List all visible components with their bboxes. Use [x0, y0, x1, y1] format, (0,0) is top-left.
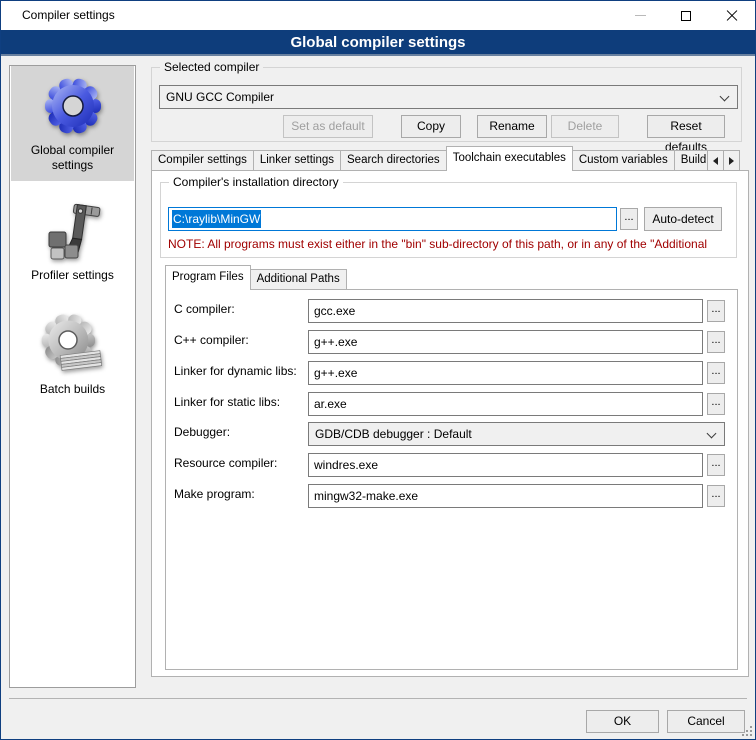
field-label: Make program: [174, 487, 255, 501]
caliper-icon [41, 199, 105, 263]
field-row-linker-dynamic: Linker for dynamic libs: ... [166, 361, 737, 385]
selected-compiler-group: Selected compiler GNU GCC Compiler Set a… [151, 67, 742, 142]
field-label: Linker for static libs: [174, 395, 280, 409]
tab-search-directories[interactable]: Search directories [340, 150, 447, 171]
field-label: C++ compiler: [174, 333, 249, 347]
programs-subtabbar: Program Files Additional Paths [165, 265, 346, 290]
note-text: NOTE: All programs must exist either in … [168, 237, 731, 251]
cancel-button[interactable]: Cancel [667, 710, 745, 733]
blue-gear-icon [41, 74, 105, 138]
settings-tabbar: Compiler settings Linker settings Search… [151, 146, 739, 171]
ok-button[interactable]: OK [586, 710, 659, 733]
sidebar-item-label: Global compiler settings [11, 143, 134, 173]
compiler-settings-dialog: Compiler settings Global compiler settin… [0, 0, 756, 740]
installation-directory-selected-text: C:\raylib\MinGW [172, 210, 261, 228]
sidebar-item-batch-builds[interactable]: Batch builds [11, 305, 134, 397]
group-legend: Selected compiler [160, 60, 263, 74]
linker-static-input[interactable] [308, 392, 703, 416]
rename-button[interactable]: Rename [477, 115, 547, 138]
browse-resource-compiler-button[interactable]: ... [707, 454, 725, 476]
tab-scroll-left-button[interactable] [707, 150, 724, 171]
sidebar-item-label: Profiler settings [11, 268, 134, 283]
installation-directory-input[interactable]: C:\raylib\MinGW [168, 207, 617, 231]
chevron-down-icon [720, 92, 730, 102]
installation-directory-group: Compiler's installation directory C:\ray… [160, 182, 737, 258]
page-title: Global compiler settings [1, 30, 755, 56]
browse-linker-static-button[interactable]: ... [707, 393, 725, 415]
field-label: Resource compiler: [174, 456, 277, 470]
browse-make-program-button[interactable]: ... [707, 485, 725, 507]
tab-compiler-settings[interactable]: Compiler settings [151, 150, 254, 171]
close-button[interactable] [709, 1, 755, 30]
close-icon [726, 10, 738, 22]
sidebar-item-global-compiler-settings[interactable]: Global compiler settings [11, 66, 134, 181]
tab-toolchain-executables[interactable]: Toolchain executables [446, 146, 573, 171]
field-row-linker-static: Linker for static libs: ... [166, 392, 737, 416]
resize-grip-icon[interactable] [742, 726, 752, 736]
auto-detect-button[interactable]: Auto-detect [644, 207, 722, 231]
subtab-program-files[interactable]: Program Files [165, 265, 251, 290]
set-as-default-button[interactable]: Set as default [283, 115, 373, 138]
compiler-select-value: GNU GCC Compiler [166, 90, 274, 104]
titlebar: Compiler settings [1, 1, 755, 30]
browse-directory-button[interactable]: ... [620, 208, 638, 230]
toolchain-executables-page: Compiler's installation directory C:\ray… [151, 170, 749, 677]
tab-linker-settings[interactable]: Linker settings [253, 150, 341, 171]
window-title: Compiler settings [22, 8, 115, 22]
gray-gear-stack-icon [41, 313, 105, 377]
field-label: Linker for dynamic libs: [174, 364, 297, 378]
delete-button[interactable]: Delete [551, 115, 619, 138]
arrow-right-icon [729, 157, 734, 165]
cpp-compiler-input[interactable] [308, 330, 703, 354]
tab-custom-variables[interactable]: Custom variables [572, 150, 675, 171]
copy-button[interactable]: Copy [401, 115, 461, 138]
compiler-select[interactable]: GNU GCC Compiler [159, 85, 738, 109]
field-row-c-compiler: C compiler: ... [166, 299, 737, 323]
subtab-additional-paths[interactable]: Additional Paths [250, 269, 347, 290]
field-label: C compiler: [174, 302, 235, 316]
field-row-debugger: Debugger: GDB/CDB debugger : Default [166, 422, 737, 446]
maximize-button[interactable] [663, 1, 709, 30]
group-legend: Compiler's installation directory [169, 175, 343, 189]
c-compiler-input[interactable] [308, 299, 703, 323]
sidebar: Global compiler settings [9, 65, 136, 688]
minimize-icon [635, 15, 646, 16]
make-program-input[interactable] [308, 484, 703, 508]
tab-scroll-right-button[interactable] [723, 150, 740, 171]
browse-linker-dynamic-button[interactable]: ... [707, 362, 725, 384]
minimize-button[interactable] [617, 1, 663, 30]
maximize-icon [681, 11, 691, 21]
linker-dynamic-input[interactable] [308, 361, 703, 385]
reset-defaults-button[interactable]: Reset defaults [647, 115, 725, 138]
footer-divider [9, 698, 747, 699]
tab-build-options[interactable]: Build [674, 150, 708, 171]
field-row-make-program: Make program: ... [166, 484, 737, 508]
chevron-down-icon [707, 429, 717, 439]
resource-compiler-input[interactable] [308, 453, 703, 477]
debugger-select[interactable]: GDB/CDB debugger : Default [308, 422, 725, 446]
field-row-cpp-compiler: C++ compiler: ... [166, 330, 737, 354]
debugger-select-value: GDB/CDB debugger : Default [315, 427, 472, 441]
browse-c-compiler-button[interactable]: ... [707, 300, 725, 322]
arrow-left-icon [713, 157, 718, 165]
field-row-resource-compiler: Resource compiler: ... [166, 453, 737, 477]
sidebar-item-profiler-settings[interactable]: Profiler settings [11, 191, 134, 283]
field-label: Debugger: [174, 425, 230, 439]
sidebar-item-label: Batch builds [11, 382, 134, 397]
browse-cpp-compiler-button[interactable]: ... [707, 331, 725, 353]
program-files-panel: C compiler: ... C++ compiler: ... Linker… [165, 289, 738, 670]
